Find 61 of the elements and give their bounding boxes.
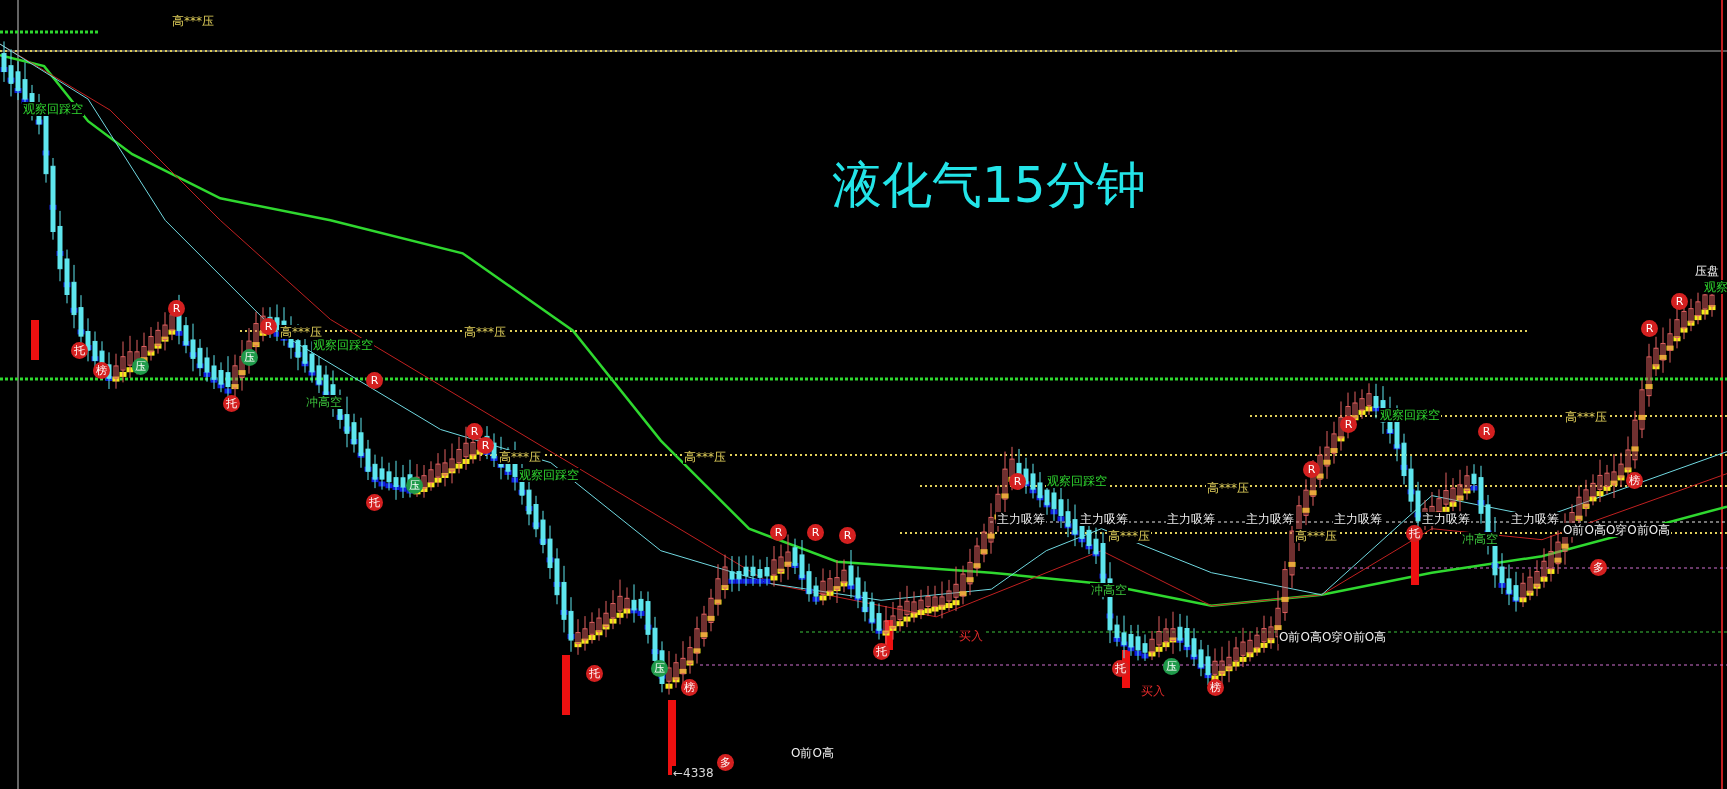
signal-badge: 多 — [1590, 559, 1607, 576]
signal-badge: 多 — [717, 754, 734, 771]
signal-badge: 托 — [1406, 525, 1423, 542]
signal-badge: 托 — [71, 342, 88, 359]
signal-badge: 压 — [651, 660, 668, 677]
signal-badge: 压 — [132, 358, 149, 375]
observe-label: 观察回踩空 — [22, 102, 84, 116]
price-label: ←4338 — [672, 766, 715, 780]
accumulation-label: 主力吸筹 — [1333, 512, 1383, 526]
signal-badge: 压 — [406, 477, 423, 494]
observe-label: 观察回踩空 — [1379, 408, 1441, 422]
pattern-label: O前O高O穿O前O高 — [1562, 523, 1672, 537]
signal-badge: 托 — [366, 494, 383, 511]
signal-badge: 榜 — [1207, 679, 1224, 696]
signal-badge: 榜 — [1626, 472, 1643, 489]
accumulation-label: 主力吸筹 — [1510, 512, 1560, 526]
rush-label: 冲高空 — [305, 395, 343, 409]
signal-badge: R — [807, 524, 824, 541]
signal-badge: R — [466, 423, 483, 440]
signal-badge: R — [1671, 293, 1688, 310]
signal-badge: R — [168, 300, 185, 317]
resistance-label: 高***压 — [1206, 481, 1250, 495]
signal-badge: 托 — [873, 643, 890, 660]
signal-badge: 榜 — [93, 362, 110, 379]
resistance-label: 高***压 — [683, 450, 727, 464]
resistance-label: 高***压 — [279, 325, 323, 339]
buy-label: 买入 — [1140, 684, 1166, 698]
rush-label: 冲高空 — [1090, 583, 1128, 597]
signal-badge: 托 — [586, 665, 603, 682]
resistance-label: 高***压 — [463, 325, 507, 339]
signal-badge: 托 — [1112, 660, 1129, 677]
resistance-label: 高***压 — [498, 450, 542, 464]
signal-badge: R — [1641, 320, 1658, 337]
resistance-label: 高***压 — [1564, 410, 1608, 424]
rush-label: 冲高空 — [1461, 532, 1499, 546]
signal-badge: 压 — [1163, 658, 1180, 675]
resistance-label: 高***压 — [1294, 529, 1338, 543]
signal-badge: R — [1303, 461, 1320, 478]
pressure-label: 压盘 — [1694, 264, 1720, 278]
accumulation-label: 主力吸筹 — [1245, 512, 1295, 526]
observe-label: 观察回踩空 — [312, 338, 374, 352]
resistance-label: 高***压 — [171, 14, 215, 28]
signal-badge: R — [770, 524, 787, 541]
signal-badge: 托 — [223, 395, 240, 412]
pattern-label: O前O高O穿O前O高 — [1278, 630, 1388, 644]
accumulation-label: 主力吸筹 — [996, 512, 1046, 526]
signal-badge: R — [839, 527, 856, 544]
accumulation-label: 主力吸筹 — [1421, 512, 1471, 526]
accumulation-label: 主力吸筹 — [1079, 512, 1129, 526]
observe-label: 观察回踩空 — [1046, 474, 1108, 488]
accumulation-label: 主力吸筹 — [1166, 512, 1216, 526]
chart-title: 液化气15分钟 — [832, 160, 1146, 210]
resistance-label: 高***压 — [1107, 529, 1151, 543]
signal-badge: R — [366, 372, 383, 389]
signal-badge: R — [1478, 423, 1495, 440]
observe-label: 观察回踩空 — [518, 468, 580, 482]
signal-badge: 压 — [241, 349, 258, 366]
observe-label: 观察 — [1703, 280, 1727, 294]
buy-label: 买入 — [958, 629, 984, 643]
signal-badge: 榜 — [681, 679, 698, 696]
pattern-label: O前O高 — [790, 746, 835, 760]
